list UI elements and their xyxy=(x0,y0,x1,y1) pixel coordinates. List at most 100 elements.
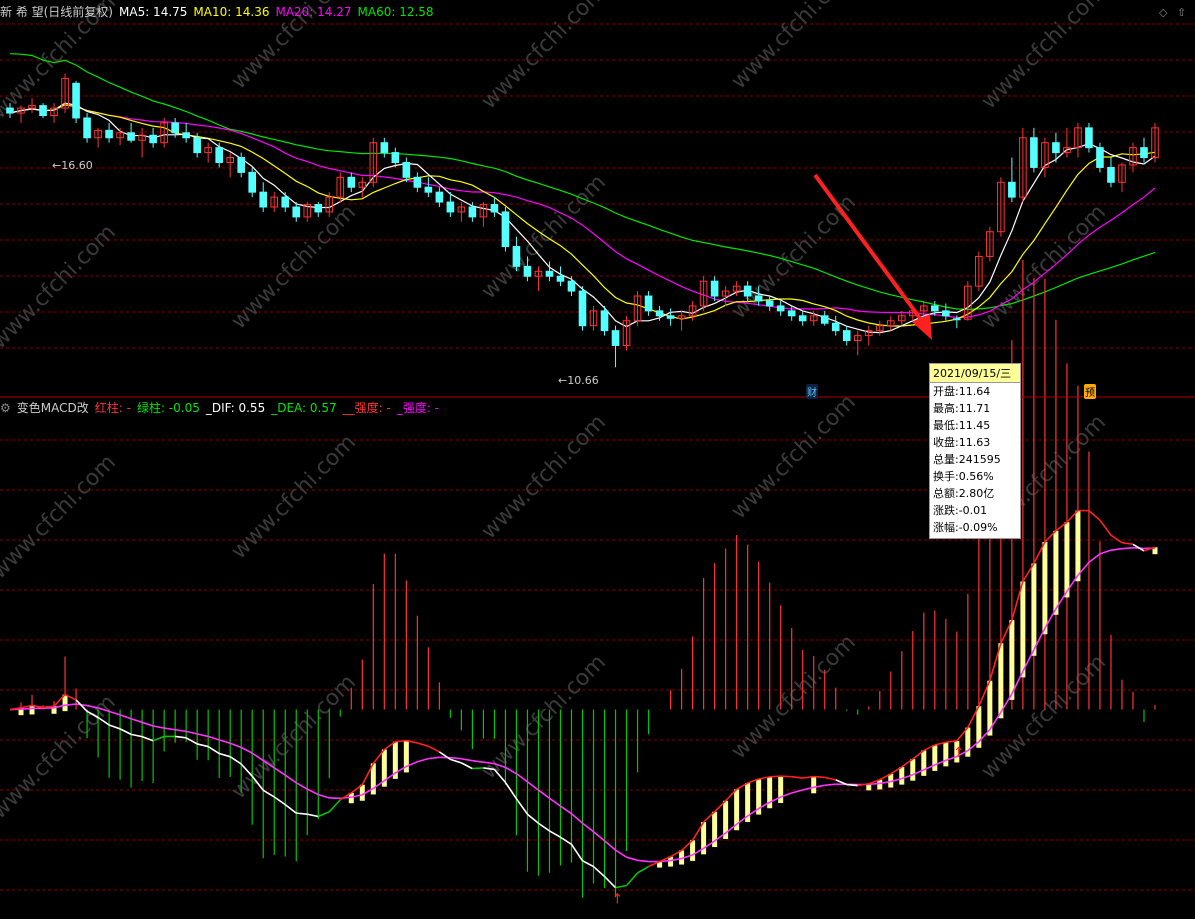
candle-body xyxy=(39,105,47,116)
candle-body xyxy=(567,280,576,292)
dea-line xyxy=(428,756,440,760)
dif-line xyxy=(472,767,484,770)
candle-body xyxy=(942,310,950,317)
dea-line xyxy=(20,707,33,710)
dea-line xyxy=(604,840,617,851)
candle-body xyxy=(931,305,939,312)
forecast-marker[interactable]: 预 xyxy=(1084,384,1096,399)
arrow-shaft xyxy=(813,173,927,327)
dif-line xyxy=(615,884,627,889)
dif-line xyxy=(229,756,242,765)
candle-body xyxy=(1008,181,1016,198)
candle-body xyxy=(215,147,223,163)
dea-line xyxy=(164,727,176,731)
watermark: www.cfchi.com xyxy=(727,630,861,764)
candle-body xyxy=(127,132,135,141)
dif-line xyxy=(1121,541,1134,546)
dea-line xyxy=(515,773,528,783)
dea-line xyxy=(537,789,550,799)
settings-icon[interactable]: ⚙ xyxy=(0,401,11,415)
dea-line xyxy=(461,757,473,762)
earnings-marker[interactable]: 财 xyxy=(806,384,818,399)
watermark: www.cfchi.com xyxy=(727,0,861,94)
dif-line xyxy=(262,789,275,798)
tooltip-date: 2021/09/15/三 xyxy=(930,364,1020,383)
dif-line xyxy=(328,799,341,813)
watermark: www.cfchi.com xyxy=(727,390,861,524)
candle-body xyxy=(314,204,323,213)
dea-line xyxy=(185,730,198,735)
watermark: www.cfchi.com xyxy=(977,650,1111,784)
candle-body xyxy=(1107,166,1115,183)
dif-line xyxy=(549,830,561,838)
dea-line xyxy=(196,733,209,738)
candle-body xyxy=(842,330,851,342)
dif-line xyxy=(625,872,639,887)
dif-line xyxy=(196,743,209,748)
dif-line xyxy=(769,775,781,778)
candle-tooltip: 2021/09/15/三 开盘:11.64 最高:11.71 最低:11.45 … xyxy=(929,363,1021,539)
candle-body xyxy=(402,161,411,178)
candle-body xyxy=(1085,127,1093,149)
dif-line xyxy=(273,796,286,806)
strength1-label: __强度: - xyxy=(342,401,391,415)
tooltip-volume: 总量:241595 xyxy=(933,453,1001,466)
candle-body xyxy=(281,196,290,208)
diamond-icon[interactable]: ◇ xyxy=(1159,6,1167,19)
watermark: www.cfchi.com xyxy=(477,170,611,304)
candle-body xyxy=(237,157,246,173)
macd-histogram xyxy=(18,260,1158,898)
dif-line xyxy=(395,739,407,743)
price-header: 新 希 望(日线前复权) MA5: 14.75 MA10: 14.36 MA20: 1… xyxy=(0,5,440,19)
ma60-label: MA60: 12.58 xyxy=(357,5,434,19)
strength-bar xyxy=(1009,619,1015,700)
candle-body xyxy=(556,275,565,282)
candle-body xyxy=(391,152,400,163)
dea-line xyxy=(824,783,836,787)
strength-bar xyxy=(1053,530,1059,615)
dea-line xyxy=(284,774,297,784)
dif-line xyxy=(515,798,529,815)
ma20-label: MA20: 14.27 xyxy=(275,5,352,19)
tooltip-open: 开盘:11.64 xyxy=(933,385,991,398)
dif-line xyxy=(427,745,440,753)
watermark: www.cfchi.com xyxy=(0,450,121,584)
dif-line xyxy=(582,860,594,868)
candle-body xyxy=(193,137,201,154)
candle-body xyxy=(1052,142,1060,154)
candle-body xyxy=(1140,147,1148,159)
dif-line xyxy=(637,865,649,874)
watermark: www.cfchi.com xyxy=(977,200,1111,334)
dif-line xyxy=(592,865,606,878)
dif-line xyxy=(207,745,220,755)
scroll-icon[interactable]: ⇧ xyxy=(1177,6,1186,19)
dea-line xyxy=(1110,547,1123,551)
macd-name: 变色MACD改 xyxy=(16,401,89,415)
tooltip-low: 最低:11.45 xyxy=(933,419,991,432)
candle-body xyxy=(6,107,14,114)
watermark: www.cfchi.com xyxy=(227,430,361,564)
candle-body xyxy=(776,305,785,312)
watermark: www.cfchi.com xyxy=(477,0,611,114)
strength-bar xyxy=(811,776,817,794)
dea-line xyxy=(570,813,584,824)
candle-body xyxy=(611,330,620,346)
strength-bar xyxy=(1075,510,1081,582)
dif-line xyxy=(450,758,462,764)
dif-line xyxy=(813,775,825,779)
candle-body xyxy=(248,171,257,193)
strength-bar xyxy=(1031,563,1037,656)
candle-body xyxy=(820,315,829,324)
dif-line xyxy=(526,813,539,824)
dea-line xyxy=(560,805,572,815)
signal-arrow-icon: ↑ xyxy=(953,745,965,761)
candle-body xyxy=(578,290,587,327)
candle-body xyxy=(743,285,752,297)
dif-label: _DIF: 0.55 xyxy=(205,401,266,415)
candle-body xyxy=(501,211,510,248)
candle-body xyxy=(523,265,532,277)
low-price-label: ←10.66 xyxy=(558,374,599,387)
tooltip-amount: 总额:2.80亿 xyxy=(933,487,995,500)
dif-line xyxy=(1088,510,1101,521)
dif-line xyxy=(119,728,132,736)
